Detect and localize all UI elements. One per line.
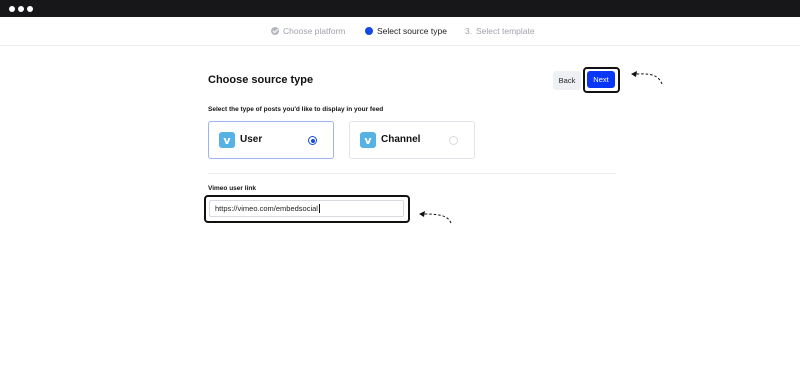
window-dot-icon	[27, 6, 33, 12]
page-title: Choose source type	[208, 74, 314, 86]
source-option-channel[interactable]: v Channel	[349, 121, 475, 159]
progress-stepper: Choose platform Select source type 3. Se…	[0, 17, 800, 46]
pointer-arrow-icon	[419, 211, 452, 224]
checkmark-icon	[271, 27, 279, 35]
window-top-bar	[0, 0, 800, 17]
back-button[interactable]: Back	[553, 71, 581, 90]
step-number: 3.	[465, 26, 473, 36]
window-dot-icon	[9, 6, 15, 12]
window-dot-icon	[18, 6, 24, 12]
step-select-template[interactable]: Select template	[476, 26, 535, 36]
next-button-highlight: Next	[583, 67, 620, 93]
source-option-user[interactable]: v User	[208, 121, 334, 159]
option-label: User	[240, 134, 263, 145]
next-button[interactable]: Next	[587, 71, 615, 88]
step-choose-platform[interactable]: Choose platform	[283, 26, 345, 36]
vimeo-link-label: Vimeo user link	[208, 185, 256, 192]
radio-unselected[interactable]	[449, 136, 458, 145]
divider	[208, 173, 616, 174]
vimeo-logo-icon: v	[219, 132, 235, 148]
pointer-arrow-icon	[631, 71, 663, 85]
current-step-icon	[365, 27, 373, 35]
step-select-source-type[interactable]: Select source type	[377, 26, 447, 36]
input-highlight: https://vimeo.com/embedsocial	[204, 195, 410, 223]
section-subtitle: Select the type of posts you'd like to d…	[208, 106, 384, 113]
input-value: https://vimeo.com/embedsocial	[215, 204, 318, 213]
text-caret	[318, 204, 320, 213]
option-label: Channel	[381, 134, 421, 145]
vimeo-link-input[interactable]: https://vimeo.com/embedsocial	[209, 200, 404, 217]
radio-selected[interactable]	[308, 136, 317, 145]
vimeo-logo-icon: v	[360, 132, 376, 148]
